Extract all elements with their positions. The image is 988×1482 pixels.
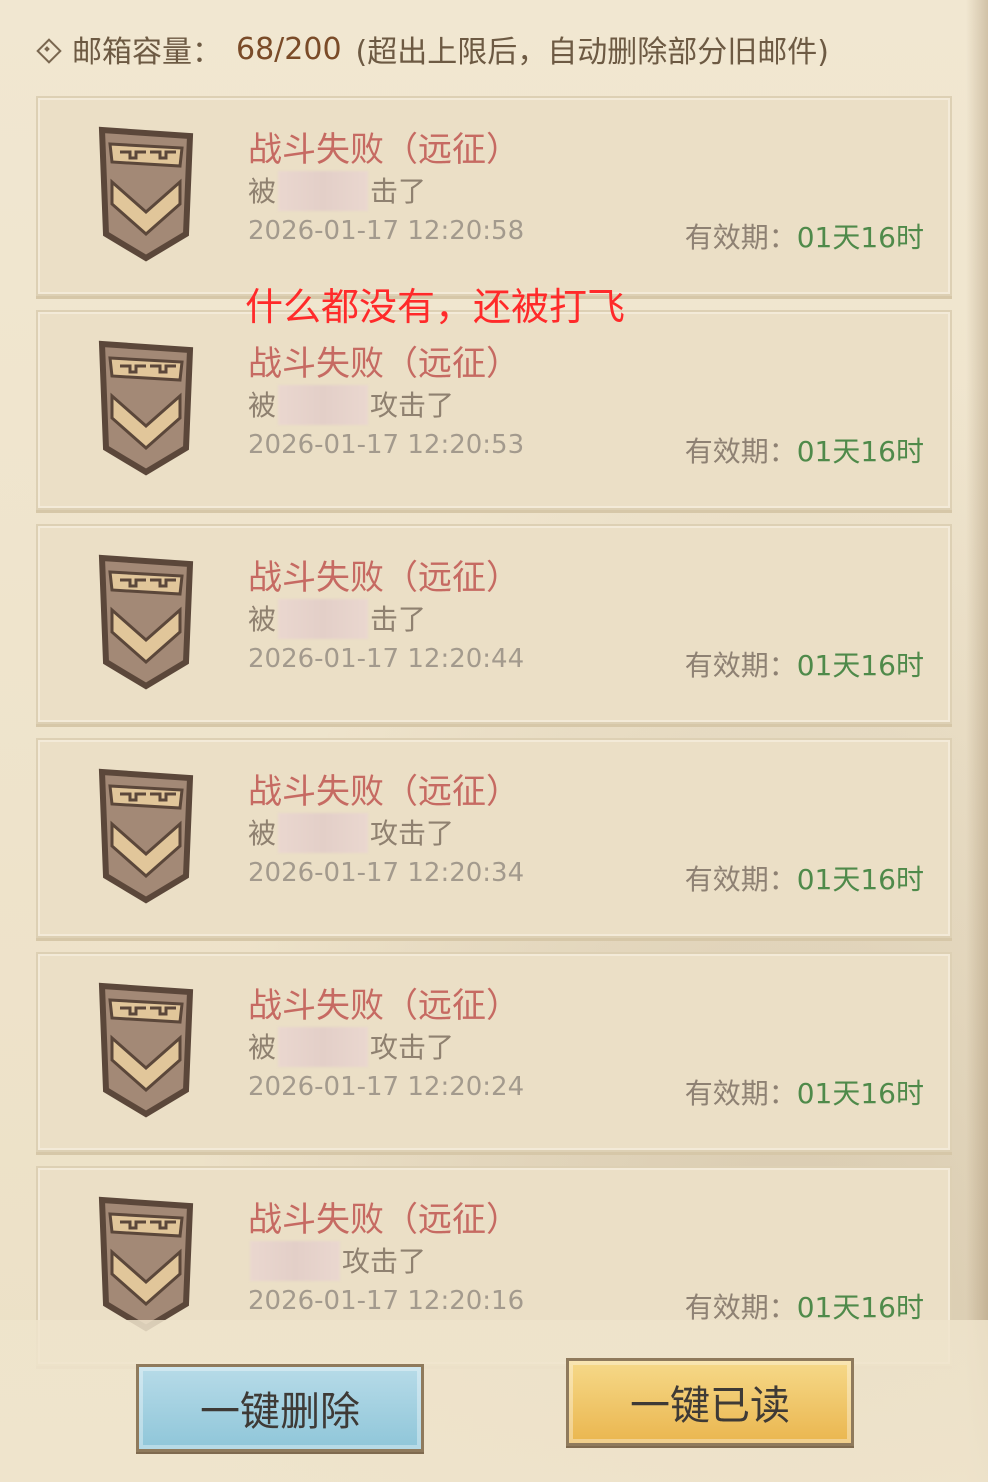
mail-body-suffix: 击了 <box>370 175 427 208</box>
mail-title: 战斗失败（远征） <box>248 558 520 598</box>
mail-title: 战斗失败（远征） <box>248 986 520 1026</box>
mail-time: 2026-01-17 12:20:53 <box>248 430 525 460</box>
redacted-name <box>278 1027 369 1067</box>
expiry-value: 01天16时 <box>796 863 924 896</box>
expiry-label: 有效期： <box>684 435 797 468</box>
mail-body: 被 攻击了 <box>248 812 455 853</box>
mail-body-prefix: 被 <box>248 817 277 850</box>
mail-body-suffix: 击了 <box>370 603 427 636</box>
expiry-label: 有效期： <box>684 1077 797 1110</box>
mail-body: 攻击了 <box>248 1240 427 1281</box>
expiry-value: 01天16时 <box>796 221 924 254</box>
mail-body-suffix: 攻击了 <box>370 389 455 422</box>
mailbox-capacity-header: 邮箱容量： 68/200 (超出上限后，自动删除部分旧邮件) <box>36 26 829 72</box>
expiry-label: 有效期： <box>684 863 797 896</box>
mail-time: 2026-01-17 12:20:16 <box>248 1286 525 1316</box>
mail-expiry: 有效期：01天16时 <box>685 1072 924 1112</box>
mail-item[interactable]: 战斗失败（远征） 被 攻击了 2026-01-17 12:20:53 有效期：01… <box>36 310 952 510</box>
mail-body: 被 攻击了 <box>248 1026 455 1067</box>
mail-time: 2026-01-17 12:20:44 <box>248 644 525 674</box>
shield-icon <box>98 126 194 262</box>
mail-title: 战斗失败（远征） <box>248 130 520 170</box>
capacity-value: 68/200 <box>236 31 342 67</box>
mail-body: 被 击了 <box>248 598 427 639</box>
mail-expiry: 有效期：01天16时 <box>685 430 924 470</box>
redacted-name <box>278 813 369 853</box>
shield-icon <box>98 340 194 476</box>
expiry-label: 有效期： <box>684 649 797 682</box>
redacted-name <box>250 1241 340 1281</box>
mail-body-suffix: 攻击了 <box>370 1031 455 1064</box>
mail-item[interactable]: 战斗失败（远征） 被 击了 2026-01-17 12:20:58 有效期：01天… <box>36 96 952 296</box>
mail-time: 2026-01-17 12:20:58 <box>248 216 525 246</box>
capacity-note: (超出上限后，自动删除部分旧邮件) <box>355 35 829 70</box>
mail-item[interactable]: 战斗失败（远征） 被 攻击了 2026-01-17 12:20:34 有效期：01… <box>36 738 952 938</box>
diamond-icon <box>36 38 58 60</box>
shield-icon <box>98 982 194 1118</box>
mail-title: 战斗失败（远征） <box>248 1200 520 1240</box>
mail-body-prefix: 被 <box>248 175 277 208</box>
shield-icon <box>98 1196 194 1332</box>
expiry-label: 有效期： <box>684 221 797 254</box>
capacity-label: 邮箱容量： <box>72 35 222 70</box>
mail-title: 战斗失败（远征） <box>248 344 520 384</box>
expiry-value: 01天16时 <box>796 649 924 682</box>
redacted-name <box>278 385 369 425</box>
mail-body-prefix: 被 <box>248 389 277 422</box>
mail-expiry: 有效期：01天16时 <box>685 858 924 898</box>
shield-icon <box>98 768 194 904</box>
mail-time: 2026-01-17 12:20:34 <box>248 858 525 888</box>
mail-item[interactable]: 战斗失败（远征） 被 攻击了 2026-01-17 12:20:24 有效期：01… <box>36 952 952 1152</box>
mail-expiry: 有效期：01天16时 <box>685 644 924 684</box>
redacted-name <box>278 171 369 211</box>
mail-body: 被 攻击了 <box>248 384 455 425</box>
mail-time: 2026-01-17 12:20:24 <box>248 1072 525 1102</box>
red-annotation: 什么都没有，还被打飞 <box>245 285 626 329</box>
shield-icon <box>98 554 194 690</box>
expiry-value: 01天16时 <box>796 1077 924 1110</box>
read-all-button[interactable]: 一键已读 <box>566 1358 854 1446</box>
mail-body: 被 击了 <box>248 170 427 211</box>
right-edge-shadow <box>966 0 988 1482</box>
mail-item[interactable]: 战斗失败（远征） 被 击了 2026-01-17 12:20:44 有效期：01天… <box>36 524 952 724</box>
mail-body-prefix: 被 <box>248 1031 277 1064</box>
mail-expiry: 有效期：01天16时 <box>685 216 924 256</box>
redacted-name <box>278 599 369 639</box>
delete-all-button[interactable]: 一键删除 <box>136 1364 424 1452</box>
mail-body-suffix: 攻击了 <box>342 1245 427 1278</box>
mail-body-prefix: 被 <box>248 603 277 636</box>
mail-body-suffix: 攻击了 <box>370 817 455 850</box>
mail-title: 战斗失败（远征） <box>248 772 520 812</box>
expiry-value: 01天16时 <box>796 435 924 468</box>
